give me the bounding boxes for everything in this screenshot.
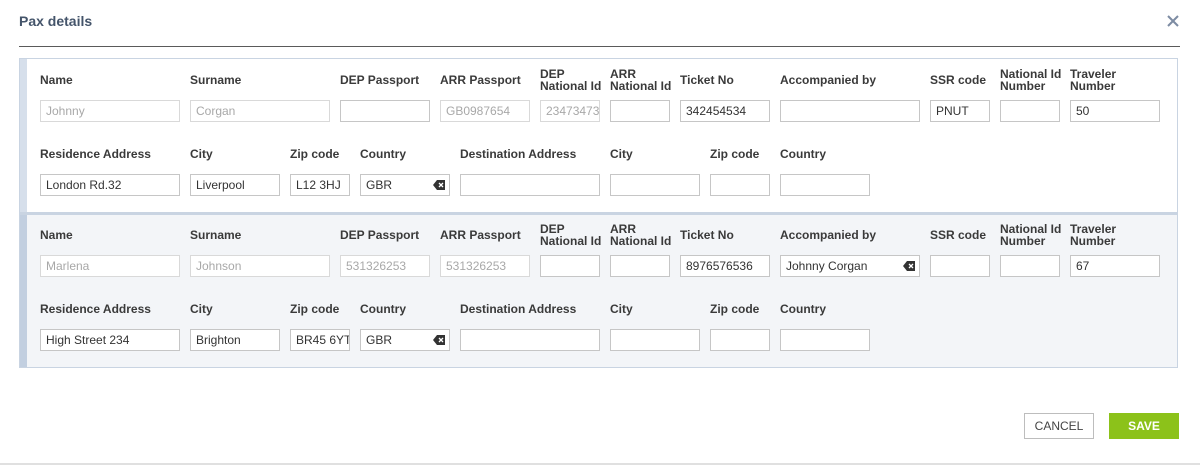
close-icon[interactable]: [1163, 11, 1183, 31]
national-id-number-field[interactable]: [1000, 255, 1060, 277]
label-residence-address: Residence Address: [40, 147, 151, 161]
ticket-no-field[interactable]: 8976576536: [680, 255, 770, 277]
arr-national-id-field[interactable]: [610, 100, 670, 122]
traveler-number-field[interactable]: 67: [1070, 255, 1160, 277]
destination-address-field[interactable]: [460, 174, 600, 196]
residence-city-field[interactable]: Liverpool: [190, 174, 280, 196]
label-dep-passport: DEP Passport: [340, 73, 420, 87]
destination-country-field[interactable]: [780, 329, 870, 351]
label-dep-national-id-2: National Id: [540, 234, 602, 248]
label-arr-national-id-2: National Id: [610, 79, 672, 93]
label-residence-city: City: [190, 302, 213, 316]
ticket-no-field[interactable]: 342454534: [680, 100, 770, 122]
destination-zip-field[interactable]: [710, 329, 770, 351]
traveler-number-field[interactable]: 50: [1070, 100, 1160, 122]
dialog-title: Pax details: [19, 13, 93, 29]
label-destination-country: Country: [780, 302, 826, 316]
label-destination-city: City: [610, 302, 633, 316]
label-name: Name: [40, 228, 73, 242]
destination-country-field[interactable]: [780, 174, 870, 196]
label-destination-city: City: [610, 147, 633, 161]
label-arr-national-id-2: National Id: [610, 234, 672, 248]
label-destination-zip: Zip code: [710, 302, 760, 316]
label-arr-passport: ARR Passport: [440, 73, 521, 87]
destination-address-field[interactable]: [460, 329, 600, 351]
destination-city-field[interactable]: [610, 329, 700, 351]
ssr-code-field[interactable]: PNUT: [930, 100, 990, 122]
name-field[interactable]: Johnny: [40, 100, 180, 122]
dep-passport-field[interactable]: 531326253: [340, 255, 430, 277]
card-stripe: [20, 215, 27, 367]
label-residence-address: Residence Address: [40, 302, 151, 316]
label-accompanied-by: Accompanied by: [780, 228, 877, 242]
save-button[interactable]: SAVE: [1109, 413, 1179, 439]
arr-passport-field[interactable]: 531326253: [440, 255, 530, 277]
label-surname: Surname: [190, 228, 242, 242]
surname-field[interactable]: Corgan: [190, 100, 330, 122]
card-stripe: [20, 59, 27, 212]
label-traveler-number-2: Number: [1070, 79, 1116, 93]
passenger-card-2: Name Surname DEP Passport ARR Passport D…: [19, 213, 1178, 368]
label-ticket-no: Ticket No: [680, 73, 734, 87]
dep-national-id-field[interactable]: [540, 255, 600, 277]
residence-zip-field[interactable]: BR45 6YT: [290, 329, 350, 351]
clear-icon[interactable]: [903, 261, 915, 271]
label-dep-national-id-2: National Id: [540, 79, 602, 93]
label-ticket-no: Ticket No: [680, 228, 734, 242]
arr-national-id-field[interactable]: [610, 255, 670, 277]
residence-country-value: GBR: [366, 333, 393, 347]
residence-country-select[interactable]: GBR: [360, 329, 450, 351]
label-destination-address: Destination Address: [460, 147, 577, 161]
accompanied-by-field[interactable]: [780, 100, 920, 122]
residence-city-field[interactable]: Brighton: [190, 329, 280, 351]
ssr-code-field[interactable]: [930, 255, 990, 277]
clear-icon[interactable]: [433, 180, 445, 190]
label-destination-address: Destination Address: [460, 302, 577, 316]
accompanied-by-select[interactable]: Johnny Corgan: [780, 255, 920, 277]
label-residence-country: Country: [360, 147, 406, 161]
label-accompanied-by: Accompanied by: [780, 73, 877, 87]
label-residence-zip: Zip code: [290, 147, 340, 161]
label-residence-city: City: [190, 147, 213, 161]
dep-passport-field[interactable]: [340, 100, 430, 122]
label-arr-passport: ARR Passport: [440, 228, 521, 242]
label-destination-zip: Zip code: [710, 147, 760, 161]
accompanied-by-value: Johnny Corgan: [786, 259, 868, 273]
residence-address-field[interactable]: London Rd.32: [40, 174, 180, 196]
label-dep-passport: DEP Passport: [340, 228, 420, 242]
destination-city-field[interactable]: [610, 174, 700, 196]
dep-national-id-field[interactable]: 23473473: [540, 100, 600, 122]
label-residence-country: Country: [360, 302, 406, 316]
residence-country-value: GBR: [366, 178, 393, 192]
arr-passport-field[interactable]: GB0987654: [440, 100, 530, 122]
passenger-card-1: Name Surname DEP Passport ARR Passport D…: [19, 58, 1178, 213]
residence-country-select[interactable]: GBR: [360, 174, 450, 196]
label-name: Name: [40, 73, 73, 87]
label-residence-zip: Zip code: [290, 302, 340, 316]
national-id-number-field[interactable]: [1000, 100, 1060, 122]
label-traveler-number-2: Number: [1070, 234, 1116, 248]
label-ssr-code: SSR code: [930, 73, 987, 87]
destination-zip-field[interactable]: [710, 174, 770, 196]
name-field[interactable]: Marlena: [40, 255, 180, 277]
residence-zip-field[interactable]: L12 3HJ: [290, 174, 350, 196]
clear-icon[interactable]: [433, 335, 445, 345]
surname-field[interactable]: Johnson: [190, 255, 330, 277]
label-destination-country: Country: [780, 147, 826, 161]
label-national-id-number-2: Number: [1000, 234, 1046, 248]
cancel-button[interactable]: CANCEL: [1024, 413, 1094, 439]
label-ssr-code: SSR code: [930, 228, 987, 242]
title-divider: [19, 46, 1180, 47]
residence-address-field[interactable]: High Street 234: [40, 329, 180, 351]
label-national-id-number-2: Number: [1000, 79, 1046, 93]
label-surname: Surname: [190, 73, 242, 87]
